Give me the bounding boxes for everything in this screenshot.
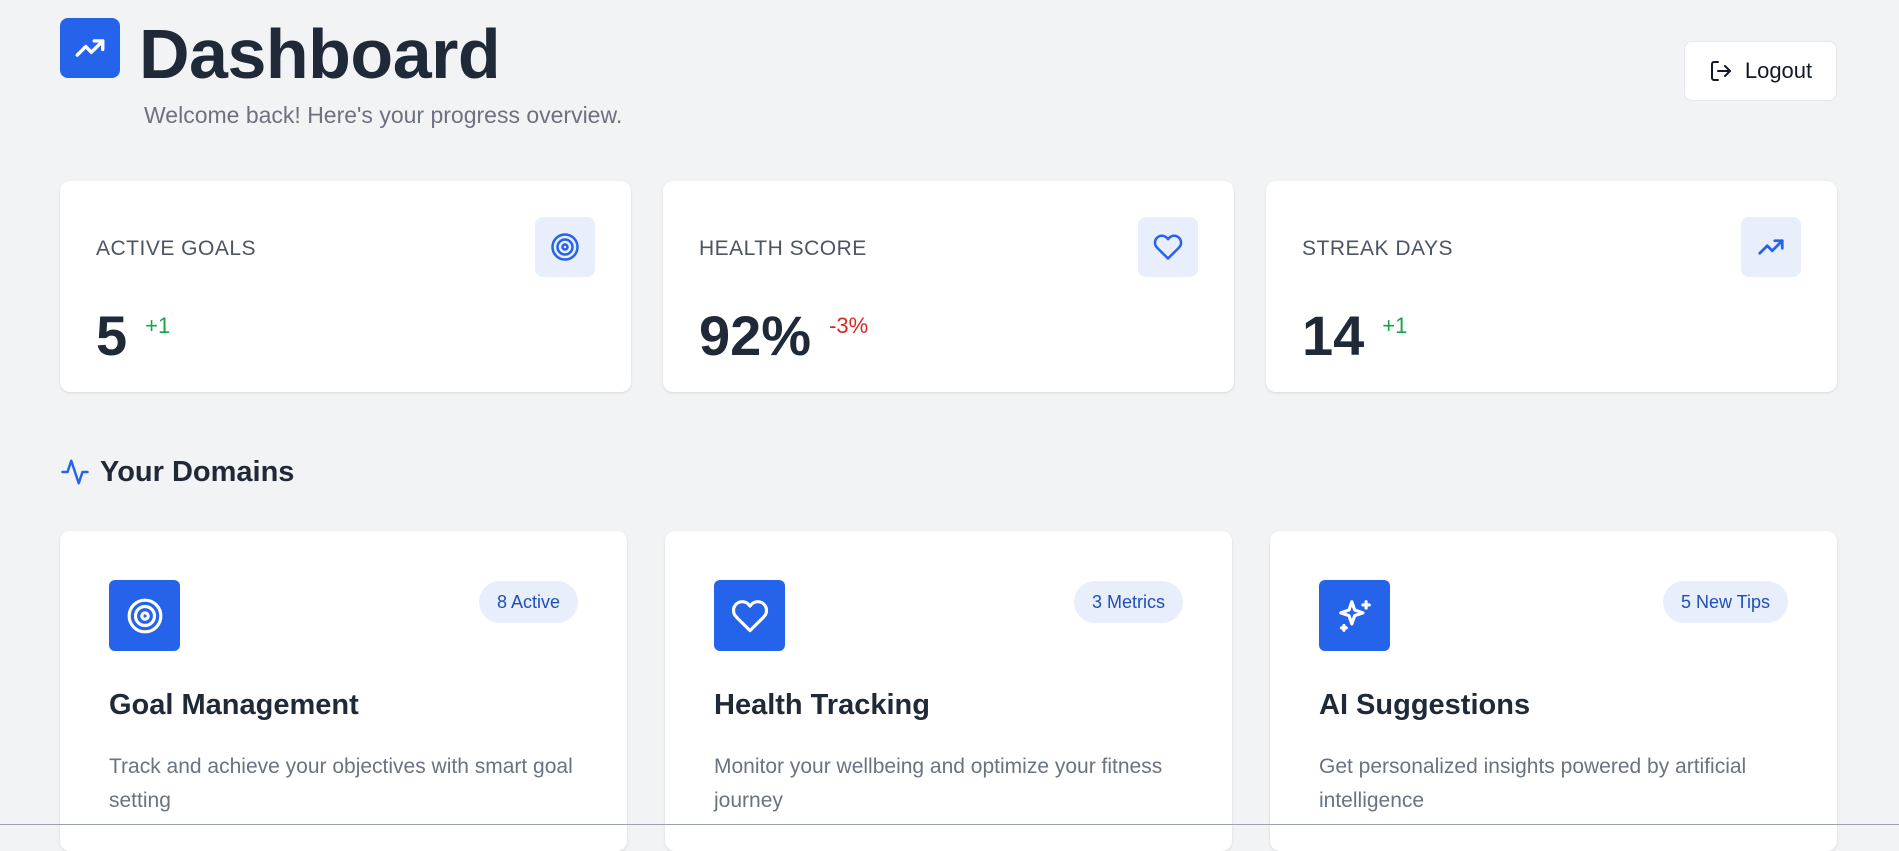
stat-icon-box <box>1741 217 1801 277</box>
page-subtitle: Welcome back! Here's your progress overv… <box>144 102 623 128</box>
domain-description: Track and achieve your objectives with s… <box>109 755 573 812</box>
domain-icon-box <box>1319 580 1390 651</box>
stat-label: ACTIVE GOALS <box>96 237 257 260</box>
activity-icon <box>61 459 89 485</box>
domain-title: Health Tracking <box>714 689 930 721</box>
domains-section-header: Your Domains <box>60 452 294 492</box>
domain-card-health-tracking[interactable]: 3 Metrics Health Tracking Monitor your w… <box>665 531 1232 851</box>
domain-description: Monitor your wellbeing and optimize your… <box>714 755 1163 812</box>
domain-description: Get personalized insights powered by art… <box>1319 755 1747 812</box>
page-title: Dashboard <box>139 15 501 93</box>
stat-label: STREAK DAYS <box>1302 237 1453 260</box>
stat-card-health-score: HEALTH SCORE 92% -3% <box>663 181 1234 392</box>
stat-delta: -3% <box>829 313 869 338</box>
stat-value: 92% -3% <box>699 293 868 369</box>
stat-number: 92% <box>699 304 812 367</box>
logout-label: Logout <box>1744 58 1813 83</box>
section-title: Your Domains <box>100 455 295 488</box>
domain-card-goal-management[interactable]: 8 Active Goal Management Track and achie… <box>60 531 627 851</box>
logout-icon <box>1710 61 1731 81</box>
domain-icon-box <box>109 580 180 651</box>
page-header: Dashboard Welcome back! Here's your prog… <box>60 0 1837 160</box>
stats-row: ACTIVE GOALS 5 +1 HEALTH SCORE 92% -3% S… <box>60 181 1837 392</box>
target-icon <box>127 598 162 633</box>
stat-delta: +1 <box>1382 313 1408 338</box>
logout-button[interactable]: Logout <box>1684 41 1837 101</box>
stat-icon-box <box>535 217 595 277</box>
heart-icon <box>731 599 768 632</box>
stat-card-streak-days: STREAK DAYS 14 +1 <box>1266 181 1837 392</box>
domain-card-ai-suggestions[interactable]: 5 New Tips AI Suggestions Get personaliz… <box>1270 531 1837 851</box>
trending-up-icon <box>1758 239 1784 255</box>
status-badge: 5 New Tips <box>1662 581 1788 623</box>
stat-delta: +1 <box>145 313 171 338</box>
trending-up-icon <box>75 39 105 57</box>
domain-icon-box <box>714 580 785 651</box>
heart-icon <box>1153 234 1183 260</box>
stat-value: 14 +1 <box>1302 293 1407 369</box>
stat-number: 5 <box>96 304 128 367</box>
stat-card-active-goals: ACTIVE GOALS 5 +1 <box>60 181 631 392</box>
dashboard-page: Dashboard Welcome back! Here's your prog… <box>60 0 1837 851</box>
status-badge: 8 Active <box>478 581 578 623</box>
domain-title: Goal Management <box>109 689 359 721</box>
viewport-edge-divider <box>0 824 1899 825</box>
target-icon <box>551 233 579 261</box>
status-badge: 3 Metrics <box>1073 581 1183 623</box>
stat-value: 5 +1 <box>96 293 170 369</box>
domains-row: 8 Active Goal Management Track and achie… <box>60 531 1837 851</box>
stat-icon-box <box>1138 217 1198 277</box>
sparkles-icon <box>1338 599 1371 632</box>
stat-number: 14 <box>1302 304 1365 367</box>
stat-label: HEALTH SCORE <box>699 237 867 260</box>
domain-title: AI Suggestions <box>1319 689 1531 721</box>
logo <box>60 18 120 78</box>
